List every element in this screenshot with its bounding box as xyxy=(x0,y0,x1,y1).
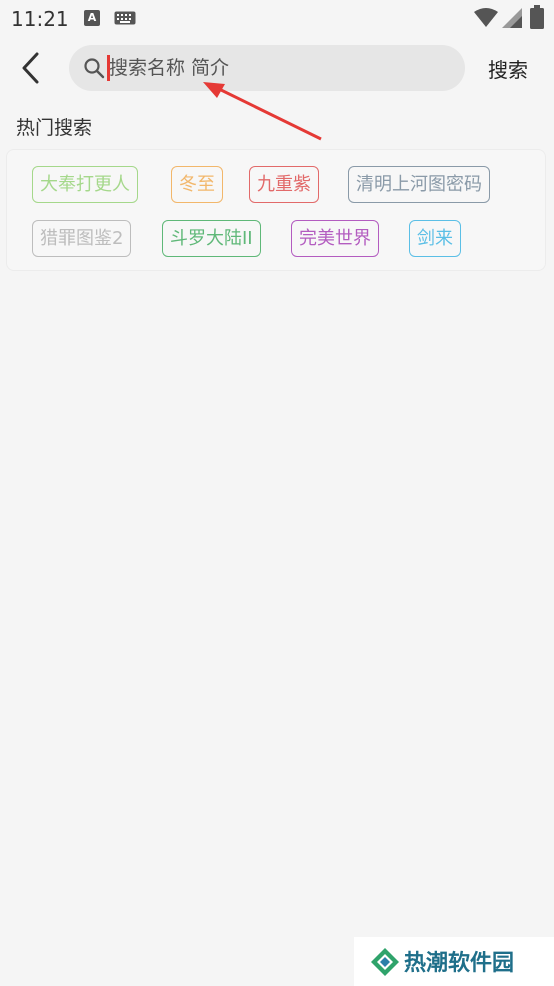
wifi-icon xyxy=(474,8,498,27)
hot-tag[interactable]: 剑来 xyxy=(409,220,461,257)
hot-tag[interactable]: 大奉打更人 xyxy=(32,166,138,203)
watermark-text: 热潮软件园 xyxy=(404,951,515,976)
hot-tag[interactable]: 斗罗大陆II xyxy=(162,220,261,257)
hot-tag[interactable]: 清明上河图密码 xyxy=(348,166,490,203)
a-icon: A xyxy=(84,10,100,26)
search-button[interactable]: 搜索 xyxy=(488,54,528,83)
hot-tag[interactable]: 猎罪图鉴2 xyxy=(32,220,132,257)
hot-search-title: 热门搜索 xyxy=(16,117,93,139)
status-time: 11:21 xyxy=(11,7,69,31)
search-icon xyxy=(84,58,105,79)
hot-tag[interactable]: 完美世界 xyxy=(291,220,379,257)
search-box[interactable] xyxy=(69,45,465,91)
search-input[interactable] xyxy=(109,45,449,91)
watermark: 热潮软件园 xyxy=(354,937,554,986)
text-cursor xyxy=(107,55,110,81)
app-screen: 11:21 A 搜索名称 简介 搜索 热门搜索 大奉打更人 冬至 九重紫 清明上… xyxy=(0,0,554,986)
hot-tag[interactable]: 冬至 xyxy=(171,166,223,203)
signal-icon xyxy=(502,8,522,28)
hot-tag[interactable]: 九重紫 xyxy=(249,166,319,203)
chevron-left-icon xyxy=(22,52,39,84)
diamond-logo-icon xyxy=(371,948,399,976)
back-button[interactable] xyxy=(16,50,48,86)
status-bar: 11:21 A xyxy=(0,0,554,38)
battery-icon xyxy=(530,5,544,29)
keyboard-icon xyxy=(114,11,136,25)
hot-search-tags: 大奉打更人 冬至 九重紫 清明上河图密码 猎罪图鉴2 斗罗大陆II 完美世界 剑… xyxy=(6,149,546,271)
